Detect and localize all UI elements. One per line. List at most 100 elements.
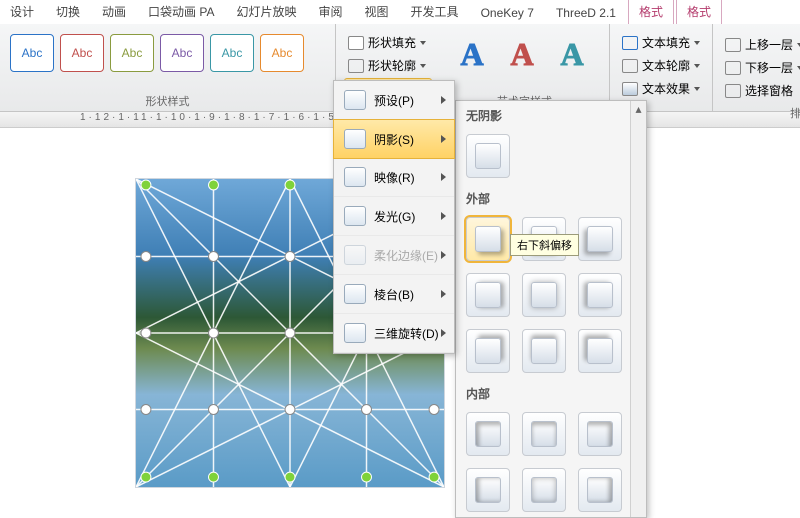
tab-format-2[interactable]: 格式 <box>676 0 722 24</box>
group-text-fx: 文本填充 文本轮廓 文本效果 <box>610 24 713 111</box>
chevron-right-icon <box>441 329 446 337</box>
tab-onekey[interactable]: OneKey 7 <box>471 2 544 24</box>
shape-style-2[interactable]: Abc <box>60 34 104 72</box>
send-backward-label: 下移一层 <box>745 59 793 76</box>
chevron-right-icon <box>441 135 446 143</box>
text-outline-icon <box>622 59 638 73</box>
menu-glow-label: 发光(G) <box>374 208 415 225</box>
chevron-right-icon <box>441 251 446 259</box>
shape-style-5[interactable]: Abc <box>210 34 254 72</box>
wordart-style-1[interactable]: A <box>450 32 494 76</box>
shape-style-3[interactable]: Abc <box>110 34 154 72</box>
selection-pane-icon <box>725 84 741 98</box>
tab-format-1[interactable]: 格式 <box>628 0 674 24</box>
menu-bevel-label: 棱台(B) <box>374 286 414 303</box>
shadow-outer-6[interactable] <box>578 273 622 317</box>
shadow-inner-5[interactable] <box>522 468 566 512</box>
shape-fill-button[interactable]: 形状填充 <box>344 32 432 53</box>
shadow-outer-4[interactable] <box>466 273 510 317</box>
group-arrange-label: 排列 <box>719 103 800 121</box>
wordart-style-2[interactable]: A <box>500 32 544 76</box>
group-shape-style-label: 形状样式 <box>6 91 329 109</box>
menu-shadow-label: 阴影(S) <box>374 131 414 148</box>
shadow-inner-1[interactable] <box>466 412 510 456</box>
shape-outline-label: 形状轮廓 <box>368 57 416 74</box>
rotate3d-icon <box>344 323 366 343</box>
pen-icon <box>348 59 364 73</box>
menu-3drotation-label: 三维旋转(D) <box>374 325 439 342</box>
tab-view[interactable]: 视图 <box>355 0 399 24</box>
send-backward-button[interactable]: 下移一层 <box>721 57 800 78</box>
shape-outline-button[interactable]: 形状轮廓 <box>344 55 432 76</box>
menu-bevel[interactable]: 棱台(B) <box>334 275 454 314</box>
shape-style-1[interactable]: Abc <box>10 34 54 72</box>
wordart-style-3[interactable]: A <box>550 32 594 76</box>
menu-softedge-label: 柔化边缘(E) <box>374 247 438 264</box>
chevron-right-icon <box>441 212 446 220</box>
shape-style-4[interactable]: Abc <box>160 34 204 72</box>
selection-pane-button[interactable]: 选择窗格 <box>721 80 800 101</box>
tab-animation[interactable]: 动画 <box>92 0 136 24</box>
chevron-right-icon <box>441 290 446 298</box>
text-fill-label: 文本填充 <box>642 34 690 51</box>
text-outline-label: 文本轮廓 <box>642 57 690 74</box>
reflection-icon <box>344 167 366 187</box>
shadow-gallery[interactable]: ▴ 无阴影 外部 内部 <box>455 100 647 518</box>
scroll-up-icon[interactable]: ▴ <box>631 101 646 117</box>
bring-forward-button[interactable]: 上移一层 <box>721 34 800 55</box>
menu-reflection-label: 映像(R) <box>374 169 415 186</box>
tab-dev[interactable]: 开发工具 <box>401 0 469 24</box>
shadow-inner-4[interactable] <box>466 468 510 512</box>
shape-fill-label: 形状填充 <box>368 34 416 51</box>
tab-slideshow[interactable]: 幻灯片放映 <box>227 0 307 24</box>
chevron-down-icon <box>694 41 700 45</box>
shadow-outer-5[interactable] <box>522 273 566 317</box>
tab-review[interactable]: 审阅 <box>309 0 353 24</box>
tab-pocket-anim[interactable]: 口袋动画 PA <box>138 0 224 24</box>
send-backward-icon <box>725 61 741 75</box>
chevron-right-icon <box>441 173 446 181</box>
shadow-outer-header: 外部 <box>456 184 646 211</box>
group-wordart: A A A 艺术字样式 <box>440 24 610 111</box>
tab-design[interactable]: 设计 <box>0 0 44 24</box>
menu-preset[interactable]: 预设(P) <box>334 81 454 120</box>
shadow-outer-1[interactable] <box>466 217 510 261</box>
chevron-down-icon <box>420 41 426 45</box>
text-fill-icon <box>622 36 638 50</box>
chevron-down-icon <box>694 64 700 68</box>
group-arrange: 上移一层 下移一层 选择窗格 对齐 组合 旋转 排列 <box>713 24 800 111</box>
shape-style-gallery[interactable]: Abc Abc Abc Abc Abc Abc <box>6 28 308 78</box>
tooltip: 右下斜偏移 <box>510 234 579 256</box>
shadow-icon <box>344 129 366 149</box>
text-outline-button[interactable]: 文本轮廓 <box>618 55 704 76</box>
shadow-inner-header: 内部 <box>456 379 646 406</box>
bevel-icon <box>344 284 366 304</box>
text-fill-button[interactable]: 文本填充 <box>618 32 704 53</box>
menu-shadow[interactable]: 阴影(S) <box>333 119 455 159</box>
shadow-outer-8[interactable] <box>522 329 566 373</box>
shape-style-6[interactable]: Abc <box>260 34 304 72</box>
chevron-down-icon <box>694 87 700 91</box>
bring-forward-label: 上移一层 <box>745 36 793 53</box>
shadow-outer-7[interactable] <box>466 329 510 373</box>
menu-preset-label: 预设(P) <box>374 92 414 109</box>
shadow-outer-9[interactable] <box>578 329 622 373</box>
shadow-inner-2[interactable] <box>522 412 566 456</box>
shadow-inner-6[interactable] <box>578 468 622 512</box>
menu-softedge: 柔化边缘(E) <box>334 236 454 275</box>
shadow-outer-3[interactable] <box>578 217 622 261</box>
selection-pane-label: 选择窗格 <box>745 82 793 99</box>
menu-3drotation[interactable]: 三维旋转(D) <box>334 314 454 353</box>
gallery-scrollbar[interactable]: ▴ <box>630 101 646 517</box>
text-effects-button[interactable]: 文本效果 <box>618 78 704 99</box>
text-effects-icon <box>622 82 638 96</box>
menu-reflection[interactable]: 映像(R) <box>334 158 454 197</box>
shadow-inner-3[interactable] <box>578 412 622 456</box>
menu-glow[interactable]: 发光(G) <box>334 197 454 236</box>
tab-transition[interactable]: 切换 <box>46 0 90 24</box>
shadow-none[interactable] <box>466 134 510 178</box>
ribbon-tabs: 设计 切换 动画 口袋动画 PA 幻灯片放映 审阅 视图 开发工具 OneKey… <box>0 0 800 24</box>
shape-effects-menu: 预设(P) 阴影(S) 映像(R) 发光(G) 柔化边缘(E) 棱台(B) 三维… <box>333 80 455 354</box>
chevron-down-icon <box>420 64 426 68</box>
tab-threed[interactable]: ThreeD 2.1 <box>546 2 626 24</box>
